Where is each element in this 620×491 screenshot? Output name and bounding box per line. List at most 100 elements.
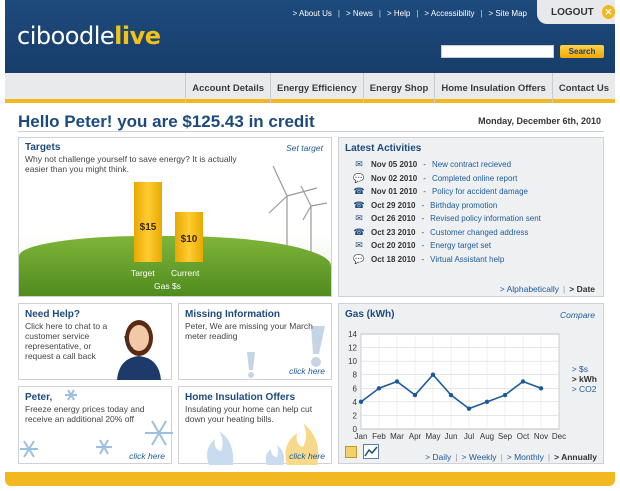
activity-text[interactable]: Birthday promotion bbox=[430, 201, 497, 210]
nav-energy-efficiency[interactable]: Energy Efficiency bbox=[270, 73, 363, 103]
activity-date: Oct 20 2010 bbox=[371, 241, 416, 250]
data-point bbox=[430, 372, 436, 377]
activity-date: Oct 23 2010 bbox=[371, 227, 416, 237]
activity-text[interactable]: Completed online report bbox=[432, 174, 517, 183]
x-tick-label: Feb bbox=[372, 432, 386, 441]
logout-button[interactable]: LOGOUT ✕ bbox=[537, 0, 615, 24]
activity-row[interactable]: 💬 Oct 18 2010- Virtual Assistant help bbox=[353, 253, 504, 264]
activity-text[interactable]: Policy for accident damage bbox=[432, 187, 528, 196]
period-daily[interactable]: > Daily bbox=[425, 452, 451, 462]
footer-bar bbox=[5, 472, 615, 486]
data-point bbox=[466, 406, 472, 411]
x-tick-label: Jun bbox=[445, 432, 458, 441]
main-nav: Account Details Energy Efficiency Energy… bbox=[5, 73, 615, 103]
nav-contact-us[interactable]: Contact Us bbox=[551, 73, 615, 103]
activity-text[interactable]: Customer changed address bbox=[430, 228, 528, 237]
legend-kwh[interactable]: > kWh bbox=[572, 374, 597, 384]
activity-row[interactable]: ✉ Oct 20 2010- Energy target set bbox=[353, 241, 491, 251]
x-tick-label: Mar bbox=[390, 432, 404, 441]
link-about-us[interactable]: > About Us bbox=[293, 9, 332, 18]
gas-chart-panel: Gas (kWh) Compare 0 2 4 6 8 10 12 14 Jan Feb Mar Ap… bbox=[338, 303, 604, 464]
activity-date: Oct 29 2010 bbox=[371, 200, 416, 210]
link-accessibility[interactable]: > Accessibility bbox=[424, 9, 474, 18]
activity-row[interactable]: 💬 Nov 02 2010- Completed online report bbox=[353, 173, 517, 183]
period-annually[interactable]: > Annually bbox=[554, 452, 597, 462]
price-freeze-link[interactable]: click here bbox=[129, 451, 165, 461]
home-insulation-link[interactable]: click here bbox=[289, 451, 325, 461]
targets-text: Why not challenge yourself to save energ… bbox=[25, 154, 237, 174]
legend-dollars[interactable]: > $s bbox=[572, 364, 597, 374]
activity-text[interactable]: New contract recieved bbox=[432, 160, 511, 169]
x-tick-label: Oct bbox=[517, 432, 530, 441]
targets-caption: Gas $s bbox=[154, 281, 181, 291]
separator: | bbox=[455, 452, 458, 462]
separator: - bbox=[421, 200, 425, 210]
nav-home-insulation-offers[interactable]: Home Insulation Offers bbox=[434, 73, 552, 103]
agent-avatar bbox=[117, 320, 161, 380]
y-tick-label: 2 bbox=[353, 411, 358, 420]
phone-icon: ☎ bbox=[353, 226, 365, 237]
targets-title: Targets bbox=[25, 142, 61, 153]
data-point bbox=[412, 392, 418, 398]
envelope-icon: ✉ bbox=[355, 159, 363, 169]
current-bar: $10 bbox=[175, 212, 203, 262]
activity-row[interactable]: ☎ Oct 29 2010- Birthday promotion bbox=[353, 199, 497, 210]
period-weekly[interactable]: > Weekly bbox=[462, 452, 497, 462]
activity-row[interactable]: ✉ Oct 26 2010- Revised policy information … bbox=[353, 214, 541, 224]
missing-information-panel[interactable]: Missing Information Peter, We are missin… bbox=[178, 303, 332, 380]
chart-plot-area bbox=[360, 333, 560, 430]
nav-energy-shop[interactable]: Energy Shop bbox=[362, 73, 435, 103]
missing-information-title: Missing Information bbox=[185, 309, 280, 320]
separator: - bbox=[421, 241, 425, 250]
search-button[interactable]: Search bbox=[560, 45, 604, 58]
top-links: > About Us | > News | > Help | > Accessibil… bbox=[293, 9, 527, 18]
missing-information-link[interactable]: click here bbox=[289, 366, 325, 376]
x-tick-label: Sep bbox=[498, 432, 513, 441]
period-monthly[interactable]: > Monthly bbox=[507, 452, 544, 462]
activity-text[interactable]: Revised policy information sent bbox=[430, 214, 541, 223]
activity-row[interactable]: ☎ Oct 23 2010- Customer changed address bbox=[353, 226, 528, 237]
data-point bbox=[520, 379, 526, 384]
phone-icon: ☎ bbox=[353, 199, 365, 210]
latest-activities-panel: Latest Activities ✉ Nov 05 2010- New contr… bbox=[338, 137, 604, 297]
data-point bbox=[484, 399, 490, 405]
data-point bbox=[394, 379, 400, 384]
divider bbox=[18, 131, 604, 132]
x-tick-label: Jan bbox=[355, 432, 368, 441]
greeting: Hello Peter! you are $125.43 in credit bbox=[18, 112, 315, 131]
price-freeze-title: Peter, bbox=[25, 392, 53, 403]
home-insulation-panel[interactable]: Home Insulation Offers Insulating your h… bbox=[178, 386, 332, 465]
link-site-map[interactable]: > Site Map bbox=[489, 9, 527, 18]
need-help-panel[interactable]: Need Help? Click here to chat to a custo… bbox=[18, 303, 172, 380]
price-freeze-text: Freeze energy prices today and receive a… bbox=[25, 404, 145, 424]
nav-account-details[interactable]: Account Details bbox=[185, 73, 270, 103]
search-input[interactable] bbox=[441, 45, 554, 58]
separator: | bbox=[337, 9, 340, 18]
brand-name: ciboodle bbox=[17, 22, 115, 50]
link-help[interactable]: > Help bbox=[387, 9, 410, 18]
line-chart-toggle-icon[interactable] bbox=[363, 444, 379, 459]
separator: - bbox=[421, 227, 425, 237]
target-bar: $15 bbox=[134, 182, 162, 262]
phone-icon: ☎ bbox=[353, 186, 365, 196]
activity-row[interactable]: ✉ Nov 05 2010- New contract recieved bbox=[353, 159, 511, 170]
chat-icon: 💬 bbox=[353, 253, 365, 264]
sort-date-link[interactable]: > Date bbox=[569, 284, 595, 294]
activity-row[interactable]: ☎ Nov 01 2010- Policy for accident damage bbox=[353, 186, 528, 197]
set-target-link[interactable]: Set target bbox=[286, 143, 323, 153]
sort-alphabetically-link[interactable]: > Alphabetically bbox=[500, 284, 559, 294]
brand-logo[interactable]: ciboodlelive bbox=[17, 22, 161, 50]
y-tick-label: 8 bbox=[353, 371, 358, 380]
link-news[interactable]: > News bbox=[346, 9, 373, 18]
activity-date: Nov 01 2010 bbox=[371, 187, 418, 196]
separator: | bbox=[500, 452, 503, 462]
activity-text[interactable]: Energy target set bbox=[430, 241, 491, 250]
x-tick-label: Dec bbox=[552, 432, 566, 441]
legend-co2[interactable]: > CO2 bbox=[572, 384, 597, 394]
logout-label: LOGOUT bbox=[551, 6, 594, 18]
target-label: Target bbox=[131, 268, 155, 278]
bar-chart-toggle-icon[interactable] bbox=[345, 446, 357, 458]
price-freeze-panel[interactable]: Peter, Freeze energy prices today and re… bbox=[18, 386, 173, 464]
separator: - bbox=[421, 214, 425, 223]
activity-text[interactable]: Virtual Assistant help bbox=[430, 255, 504, 264]
